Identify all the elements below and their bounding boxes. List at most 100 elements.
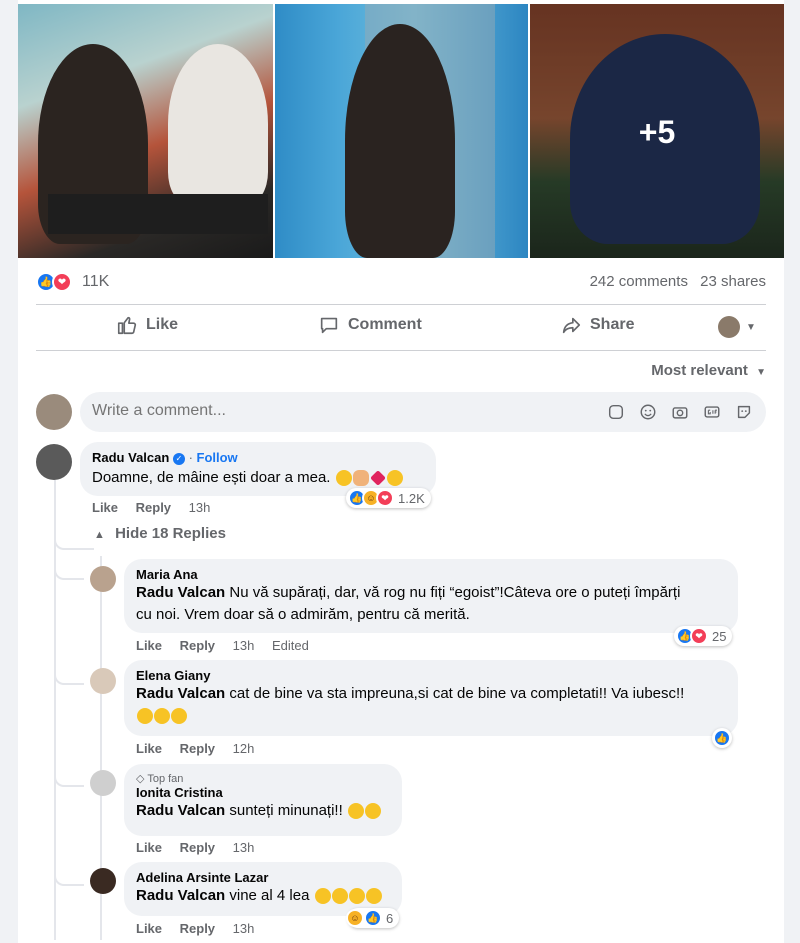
- reaction-count: 1.2K: [398, 490, 425, 506]
- grin-emoji-icon: [331, 888, 348, 905]
- like-comment-button[interactable]: Like: [92, 500, 118, 515]
- divider: [36, 350, 766, 351]
- reaction-count: 25: [712, 628, 727, 644]
- more-photos-count[interactable]: +5: [530, 114, 784, 151]
- comment-icon: [320, 317, 338, 334]
- diamond-icon: ◇: [136, 773, 145, 785]
- reaction-count: 6: [386, 910, 394, 926]
- like-comment-button[interactable]: Like: [136, 840, 162, 855]
- reply-button[interactable]: Reply: [180, 921, 215, 936]
- commenter-avatar[interactable]: [90, 566, 116, 592]
- user-avatar[interactable]: [36, 394, 72, 430]
- comment-sort-dropdown[interactable]: Most relevant ▼: [651, 362, 766, 379]
- emoji-icon[interactable]: [638, 402, 658, 422]
- comment-bubble: Maria Ana Radu Valcan Nu vă supărați, da…: [124, 559, 738, 633]
- pray-emoji-icon: [352, 470, 369, 487]
- like-comment-button[interactable]: Like: [136, 638, 162, 653]
- comment-time[interactable]: 13h: [233, 921, 255, 936]
- comment-time[interactable]: 13h: [233, 638, 255, 653]
- mention-link[interactable]: Radu Valcan: [136, 685, 225, 702]
- comment-text: Nu vă supărați, dar, vă rog nu fiți “ego…: [229, 584, 681, 601]
- thread-connector: [54, 767, 84, 787]
- share-label: Share: [590, 316, 635, 333]
- grin-emoji-icon: [314, 888, 331, 905]
- reaction-count[interactable]: 11K: [82, 273, 109, 291]
- comment-author[interactable]: Adelina Arsinte Lazar: [136, 870, 390, 885]
- like-comment-button[interactable]: Like: [136, 921, 162, 936]
- verified-badge-icon: ✓: [172, 452, 185, 465]
- comment-author[interactable]: Maria Ana: [136, 567, 726, 582]
- chevron-up-icon: ▲: [94, 529, 105, 541]
- post-photo-1[interactable]: [18, 4, 273, 258]
- reply-button[interactable]: Reply: [180, 741, 215, 756]
- comment-input[interactable]: [92, 402, 572, 420]
- post-card: +5 👍 ❤ 11K 242 comments 23 shares Like C…: [18, 0, 784, 943]
- post-stats: 👍 ❤ 11K 242 comments 23 shares: [36, 268, 766, 296]
- audience-selector[interactable]: ▼: [718, 316, 756, 338]
- grin-emoji-icon: [348, 888, 365, 905]
- comment-meta: Like Reply 12h: [136, 741, 268, 756]
- comment-time[interactable]: 13h: [189, 500, 211, 515]
- post-photo-3[interactable]: +5: [530, 4, 784, 258]
- mention-link[interactable]: Radu Valcan: [136, 802, 225, 819]
- photo-subject: [168, 44, 268, 204]
- share-button[interactable]: Share: [560, 314, 634, 336]
- hug-emoji-icon: [137, 708, 153, 725]
- dj-console: [48, 194, 268, 234]
- comment-time[interactable]: 12h: [233, 741, 255, 756]
- sort-label: Most relevant: [651, 362, 748, 379]
- grin-emoji-icon: [365, 888, 382, 905]
- chevron-down-icon: ▼: [756, 367, 766, 378]
- comment-text: Doamne, de mâine ești doar a mea.: [92, 469, 331, 486]
- shares-count[interactable]: 23 shares: [700, 273, 766, 290]
- comment-author[interactable]: Ionita Cristina: [136, 785, 390, 800]
- comment-meta: Like Reply 13h Edited: [136, 638, 323, 653]
- red-heart-emoji-icon: [369, 470, 386, 486]
- comment-text: vine al 4 lea: [229, 887, 310, 904]
- commenter-avatar[interactable]: [90, 868, 116, 894]
- hide-replies-button[interactable]: ▲ Hide 18 Replies: [94, 525, 226, 542]
- reply-button[interactable]: Reply: [180, 638, 215, 653]
- comment-reactions[interactable]: 👍 ☺ ❤ 1.2K: [346, 488, 431, 508]
- avatar: [718, 316, 740, 338]
- comment-reactions[interactable]: ☺ 👍 6: [346, 908, 400, 928]
- love-reaction-icon: ❤: [52, 272, 72, 292]
- reply-button[interactable]: Reply: [136, 500, 171, 515]
- commenter-avatar[interactable]: [90, 668, 116, 694]
- post-photo-2[interactable]: [275, 4, 528, 258]
- comment-time[interactable]: 13h: [233, 840, 255, 855]
- comment-meta: Like Reply 13h: [136, 921, 268, 936]
- comment-author[interactable]: Elena Giany: [136, 668, 726, 683]
- post-actions: Like Comment Share ▼: [36, 306, 766, 350]
- comment-bubble: ◇ Top fan Ionita Cristina Radu Valcan su…: [124, 764, 402, 836]
- like-comment-button[interactable]: Like: [136, 741, 162, 756]
- top-fan-badge[interactable]: Top fan: [147, 773, 183, 785]
- avatar-sticker-icon[interactable]: [606, 402, 626, 422]
- thread-connector: [54, 866, 84, 886]
- commenter-avatar[interactable]: [90, 770, 116, 796]
- comment-text: sunteți minunați!!: [229, 802, 343, 819]
- gif-icon[interactable]: [702, 402, 722, 422]
- love-reaction-icon: ❤: [690, 627, 708, 645]
- hide-replies-label: Hide 18 Replies: [115, 525, 226, 542]
- divider: [36, 304, 766, 305]
- smile-emoji-icon: [171, 708, 187, 725]
- like-button[interactable]: Like: [116, 314, 178, 336]
- comments-count[interactable]: 242 comments: [590, 273, 688, 290]
- share-icon: [562, 317, 581, 334]
- comment-author[interactable]: Radu Valcan: [92, 450, 169, 465]
- commenter-avatar[interactable]: [36, 444, 72, 480]
- follow-button[interactable]: Follow: [197, 450, 238, 465]
- comment-reactions[interactable]: 👍: [712, 728, 732, 748]
- edited-label: Edited: [272, 638, 309, 653]
- sticker-icon[interactable]: [734, 402, 754, 422]
- comment-reactions[interactable]: 👍 ❤ 25: [674, 626, 733, 646]
- reply-button[interactable]: Reply: [180, 840, 215, 855]
- comment-button[interactable]: Comment: [318, 314, 422, 336]
- chevron-down-icon: ▼: [746, 321, 756, 333]
- mention-link[interactable]: Radu Valcan: [136, 887, 225, 904]
- mention-link[interactable]: Radu Valcan: [136, 584, 225, 601]
- reaction-icons[interactable]: 👍 ❤: [36, 272, 72, 292]
- camera-icon[interactable]: [670, 402, 690, 422]
- comment-composer: [80, 392, 766, 432]
